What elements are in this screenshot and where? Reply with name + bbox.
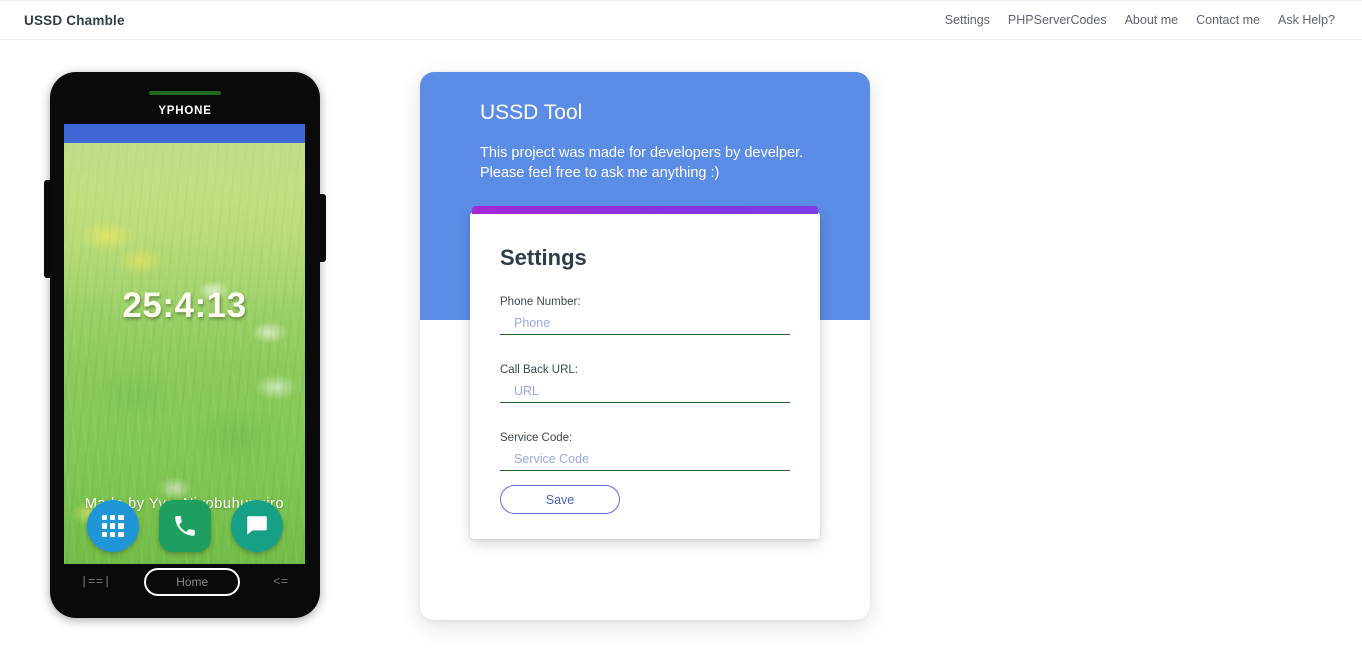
field-callback-url: Call Back URL: <box>500 364 790 403</box>
phone-speaker-icon <box>149 91 221 95</box>
settings-card-accent-bar <box>472 206 818 214</box>
back-icon[interactable]: <= <box>273 575 288 589</box>
nav-link-settings[interactable]: Settings <box>936 9 999 31</box>
home-button[interactable]: Home <box>144 568 241 596</box>
save-button[interactable]: Save <box>500 485 620 514</box>
service-code-input[interactable] <box>500 450 790 471</box>
phone-handset-glyph <box>174 516 195 536</box>
top-navbar: USSD Chamble Settings PHPServerCodes Abo… <box>0 0 1362 40</box>
panel-description: This project was made for developers by … <box>480 145 804 181</box>
phone-screen: 25:4:13 Made by YvesNiyobuhungiro <box>64 124 305 564</box>
phone-status-bar <box>64 124 305 143</box>
phone-device-label: YPHONE <box>158 105 212 117</box>
label-phone-number: Phone Number: <box>500 296 581 308</box>
apps-icon[interactable] <box>86 500 139 552</box>
phone-mockup: YPHONE 25:4:13 Made by YvesNiyobuhungiro <box>44 72 326 618</box>
nav-link-phpservercodes[interactable]: PHPServerCodes <box>999 9 1116 31</box>
label-service-code: Service Code: <box>500 432 573 444</box>
phone-body: YPHONE 25:4:13 Made by YvesNiyobuhungiro <box>50 72 320 618</box>
label-callback-url: Call Back URL: <box>500 364 578 376</box>
message-bubble-glyph <box>246 516 267 535</box>
recents-icon[interactable]: |==| <box>80 575 111 589</box>
messages-icon[interactable] <box>230 500 283 552</box>
nav-link-about-me[interactable]: About me <box>1116 9 1188 31</box>
brand-logo[interactable]: USSD Chamble <box>24 13 125 28</box>
phone-number-input[interactable] <box>500 314 790 335</box>
settings-title: Settings <box>500 245 587 270</box>
phone-icon[interactable] <box>158 500 211 552</box>
apps-grid-glyph <box>101 515 124 537</box>
phone-navigation-bar: |==| Home <= <box>64 564 305 600</box>
phone-clock: 25:4:13 <box>122 286 247 325</box>
field-phone-number: Phone Number: <box>500 296 790 335</box>
nav-link-ask-help[interactable]: Ask Help? <box>1269 9 1344 31</box>
nav-link-contact-me[interactable]: Contact me <box>1187 9 1269 31</box>
phone-dock <box>64 500 305 552</box>
field-service-code: Service Code: <box>500 432 790 471</box>
nav-links: Settings PHPServerCodes About me Contact… <box>936 9 1344 31</box>
main-content-card: USSD Tool This project was made for deve… <box>420 72 870 620</box>
settings-card: Settings Phone Number: Call Back URL: Se… <box>470 206 820 539</box>
callback-url-input[interactable] <box>500 382 790 403</box>
panel-title: USSD Tool <box>480 101 583 124</box>
